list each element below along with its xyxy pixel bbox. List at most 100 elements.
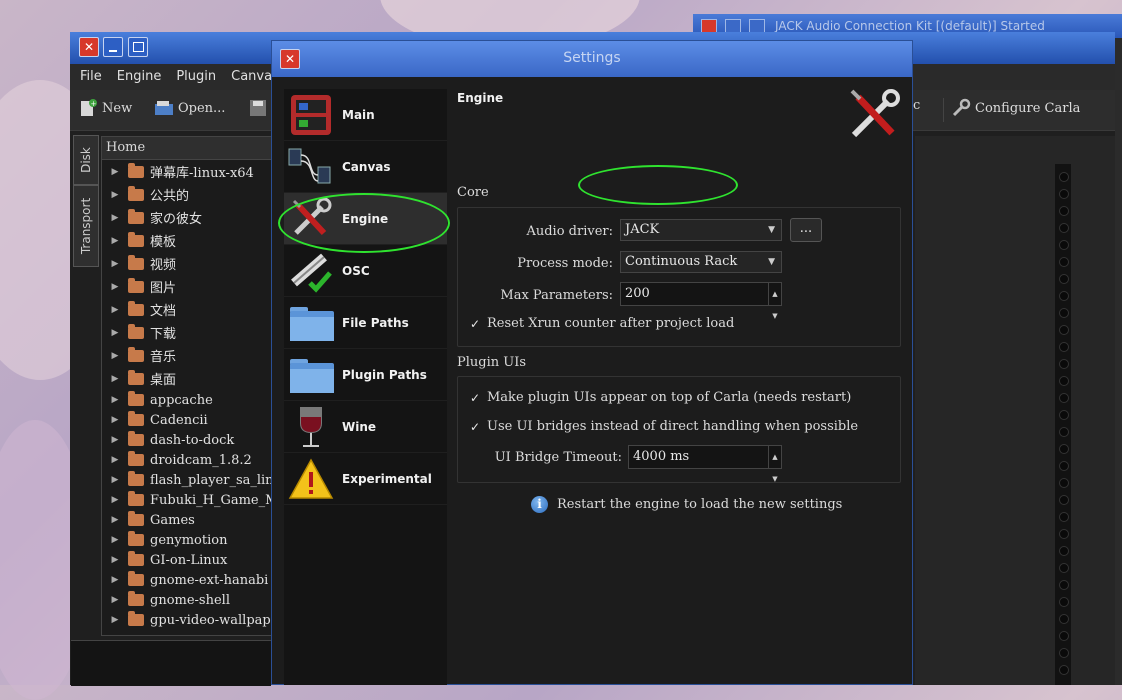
expand-arrow-icon[interactable]: ▶	[102, 555, 124, 565]
ui-bridges-checkbox[interactable]: ✓ Use UI bridges instead of direct handl…	[468, 419, 858, 434]
rack-hole	[1059, 546, 1069, 556]
new-button[interactable]: + New	[78, 98, 132, 118]
info-icon: i	[531, 496, 548, 513]
folder-icon	[128, 491, 144, 506]
expand-arrow-icon[interactable]: ▶	[102, 213, 124, 223]
expand-arrow-icon[interactable]: ▶	[102, 259, 124, 269]
settings-content: Engine Core Audio driver: JACK ▼ ... Pro…	[448, 77, 912, 684]
expand-arrow-icon[interactable]: ▶	[102, 395, 124, 405]
reset-xrun-checkbox[interactable]: ✓ Reset Xrun counter after project load	[468, 316, 734, 331]
tree-row-label: droidcam_1.8.2	[150, 452, 252, 468]
expand-arrow-icon[interactable]: ▶	[102, 328, 124, 338]
new-label: New	[102, 100, 133, 116]
expand-arrow-icon[interactable]: ▶	[102, 515, 124, 525]
tree-row-label: 桌面	[150, 373, 177, 388]
tab-transport[interactable]: Transport	[73, 185, 99, 267]
expand-arrow-icon[interactable]: ▶	[102, 495, 124, 505]
expand-arrow-icon[interactable]: ▶	[102, 351, 124, 361]
expand-arrow-icon[interactable]: ▶	[102, 374, 124, 384]
core-group: Audio driver: JACK ▼ ... Process mode: C…	[457, 207, 901, 347]
expand-arrow-icon[interactable]: ▶	[102, 167, 124, 177]
save-icon	[250, 100, 266, 116]
menu-engine[interactable]: Engine	[107, 64, 167, 84]
nav-label-canvas: Canvas	[342, 159, 391, 174]
engine-header-icon	[850, 89, 900, 138]
new-file-icon: +	[81, 99, 97, 116]
rack-hole	[1059, 495, 1069, 505]
rack-hole	[1059, 223, 1069, 233]
audio-driver-select[interactable]: JACK ▼	[620, 219, 782, 241]
rack-hole	[1059, 308, 1069, 318]
on-top-checkbox[interactable]: ✓ Make plugin UIs appear on top of Carla…	[468, 390, 851, 405]
plugin-uis-group-title: Plugin UIs	[457, 355, 527, 370]
nav-item-main[interactable]: Main	[284, 89, 447, 141]
expand-arrow-icon[interactable]: ▶	[102, 455, 124, 465]
core-group-title: Core	[457, 185, 489, 200]
expand-arrow-icon[interactable]: ▶	[102, 415, 124, 425]
save-button[interactable]	[248, 98, 268, 118]
checkmark-icon: ✓	[469, 390, 481, 405]
driver-options-button[interactable]: ...	[790, 218, 822, 242]
tree-row-label: Fubuki_H_Game_M	[150, 492, 279, 508]
rack-hole	[1059, 376, 1069, 386]
folder-icon	[128, 231, 144, 247]
folder-icon	[128, 346, 144, 362]
tree-row-label: genymotion	[150, 532, 228, 548]
folder-icon	[128, 531, 144, 546]
tree-row-label: appcache	[150, 392, 213, 408]
rack-hole	[1059, 597, 1069, 607]
close-button[interactable]: ✕	[79, 37, 99, 57]
expand-arrow-icon[interactable]: ▶	[102, 575, 124, 585]
partial-toolbar-item[interactable]: c	[913, 98, 920, 113]
svg-text:+: +	[91, 100, 97, 108]
folder-icon	[288, 301, 334, 345]
configure-carla-button[interactable]: Configure Carla	[951, 98, 1080, 118]
folder-icon	[128, 162, 144, 178]
main-icon	[288, 93, 334, 137]
nav-item-wine[interactable]: Wine	[284, 401, 447, 453]
folder-icon	[128, 254, 144, 270]
nav-item-experimental[interactable]: Experimental	[284, 453, 447, 505]
tree-row-label: 视频	[150, 258, 177, 273]
expand-arrow-icon[interactable]: ▶	[102, 475, 124, 485]
tree-row-label: 模板	[150, 235, 177, 250]
rack-hole	[1059, 427, 1069, 437]
max-params-spinbox[interactable]: 200 ▲ ▼	[620, 282, 782, 320]
nav-item-plugin-paths[interactable]: Plugin Paths	[284, 349, 447, 401]
expand-arrow-icon[interactable]: ▶	[102, 535, 124, 545]
nav-item-canvas[interactable]: Canvas	[284, 141, 447, 193]
rack-hole	[1059, 648, 1069, 658]
maximize-button[interactable]	[128, 37, 148, 57]
open-button[interactable]: Open...	[154, 98, 225, 118]
tab-disk[interactable]: Disk	[73, 135, 99, 185]
max-params-value: 200	[625, 286, 650, 301]
menu-file[interactable]: File	[70, 64, 107, 84]
checkmark-icon: ✓	[469, 316, 481, 331]
folder-icon	[128, 591, 144, 606]
folder-icon	[128, 451, 144, 466]
expand-arrow-icon[interactable]: ▶	[102, 282, 124, 292]
max-params-label: Max Parameters:	[500, 288, 613, 303]
spin-arrows[interactable]: ▲ ▼	[768, 446, 781, 483]
menu-plugin[interactable]: Plugin	[166, 64, 221, 84]
rack-hole	[1059, 580, 1069, 590]
tree-row-label: GI-on-Linux	[150, 552, 228, 568]
nav-item-engine[interactable]: Engine	[284, 193, 447, 245]
nav-item-file-paths[interactable]: File Paths	[284, 297, 447, 349]
nav-item-osc[interactable]: OSC	[284, 245, 447, 297]
minimize-button[interactable]	[103, 37, 123, 57]
bridge-timeout-spinbox[interactable]: 4000 ms ▲ ▼	[628, 445, 782, 483]
expand-arrow-icon[interactable]: ▶	[102, 305, 124, 315]
folder-icon	[128, 208, 144, 224]
expand-arrow-icon[interactable]: ▶	[102, 236, 124, 246]
rack-hole	[1059, 240, 1069, 250]
expand-arrow-icon[interactable]: ▶	[102, 615, 124, 625]
expand-arrow-icon[interactable]: ▶	[102, 595, 124, 605]
settings-nav: Main Canvas Engine OSC File Paths Plugin…	[284, 89, 447, 685]
process-mode-select[interactable]: Continuous Rack ▼	[620, 251, 782, 273]
ui-bridges-label: Use UI bridges instead of direct handlin…	[487, 419, 859, 434]
spin-arrows[interactable]: ▲ ▼	[768, 283, 781, 320]
on-top-label: Make plugin UIs appear on top of Carla (…	[487, 390, 852, 405]
expand-arrow-icon[interactable]: ▶	[102, 190, 124, 200]
expand-arrow-icon[interactable]: ▶	[102, 435, 124, 445]
